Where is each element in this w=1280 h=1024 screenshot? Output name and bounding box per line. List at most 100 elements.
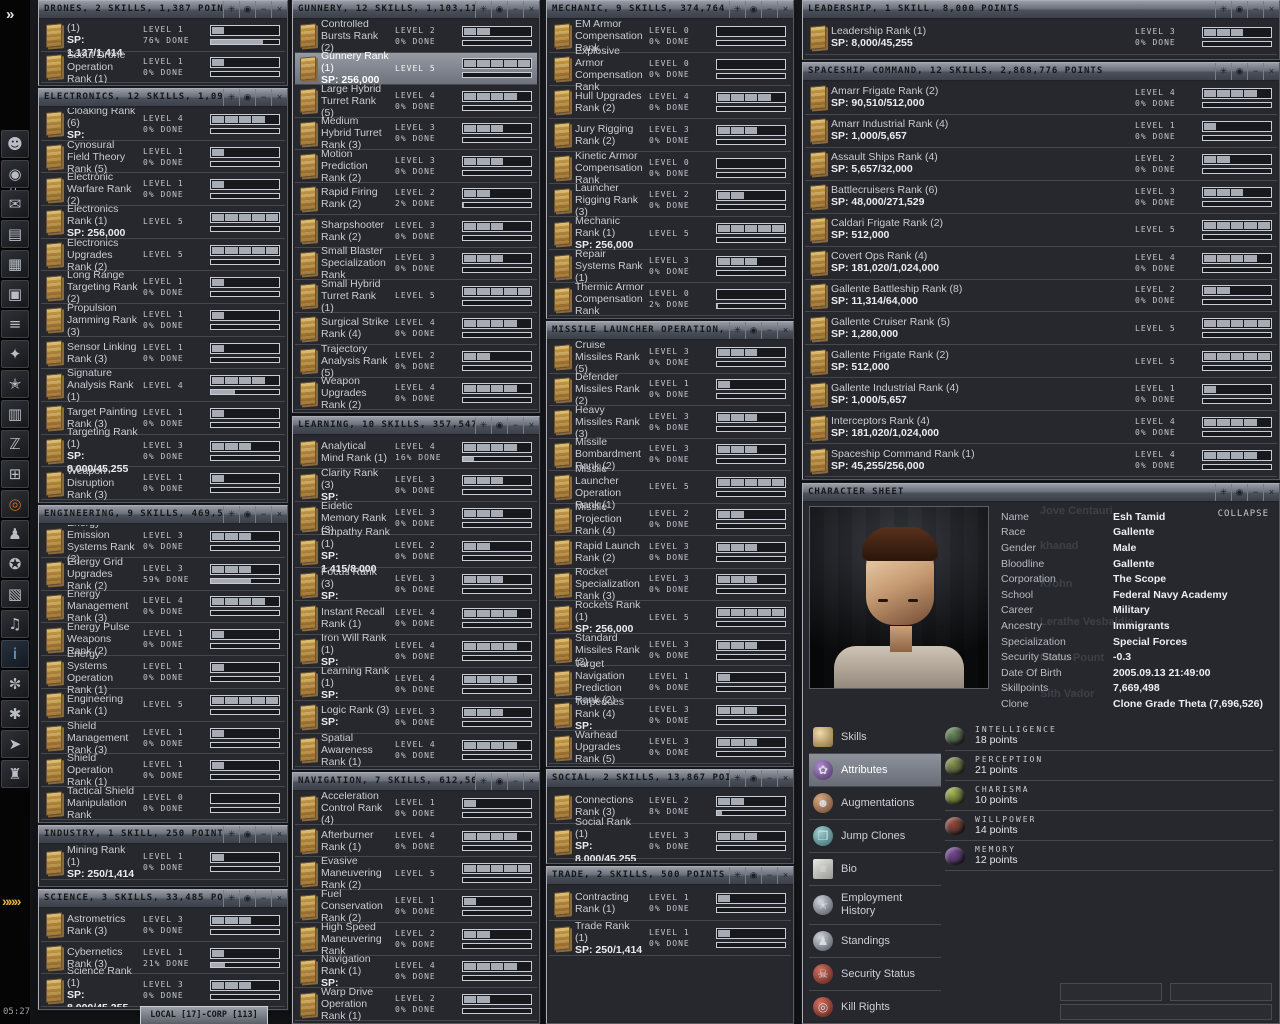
window-minimize-button[interactable]: − xyxy=(761,867,777,884)
window-settings-button[interactable]: ◉ xyxy=(1231,1,1247,18)
window-titlebar[interactable]: LEARNING, 10 SKILLS, 357,547 POINTS✳◉−× xyxy=(293,417,539,435)
tutorial-icon[interactable]: i xyxy=(1,640,29,668)
market-icon[interactable]: ◉ xyxy=(1,160,29,188)
window-pin-button[interactable]: ✳ xyxy=(223,1,239,18)
window-close-button[interactable]: × xyxy=(777,1,793,18)
skill-row[interactable]: Fuel Conservation Rank (2) LEVEL 1 0% DONE xyxy=(295,888,537,924)
skill-row[interactable]: Warp Drive Operation Rank (1) LEVEL 2 0% D… xyxy=(295,986,537,1021)
skill-row[interactable]: Targeting Rank (1) SP: 8,000/45,255 LEVEL … xyxy=(41,426,285,475)
skill-row[interactable]: High Speed Maneuvering Rank LEVEL 2 0% DON… xyxy=(295,921,537,957)
skill-row[interactable]: Controlled Bursts Rank (2) LEVEL 2 0% DONE xyxy=(295,20,537,54)
skill-row[interactable]: Shield Operation Rank (1) LEVEL 1 0% DONE xyxy=(41,752,285,788)
window-settings-button[interactable]: ◉ xyxy=(745,867,761,884)
tab-kill-rights[interactable]: ◎ Kill Rights xyxy=(809,991,941,1021)
window-minimize-button[interactable]: − xyxy=(255,826,271,843)
skill-row[interactable]: Amarr Frigate Rank (2) SP: 90,510/512,000… xyxy=(805,82,1277,115)
window-titlebar[interactable]: SCIENCE, 3 SKILLS, 33,485 POINTS✳◉−× xyxy=(39,890,287,908)
window-close-button[interactable]: × xyxy=(271,1,287,18)
window-settings-button[interactable]: ◉ xyxy=(1231,63,1247,80)
window-close-button[interactable]: × xyxy=(523,773,539,790)
skill-row[interactable]: Propulsion Jamming Rank (3) LEVEL 1 0% DON… xyxy=(41,302,285,338)
window-settings-button[interactable]: ◉ xyxy=(239,506,255,523)
window-titlebar[interactable]: TRADE, 2 SKILLS, 500 POINTS ✳ ◉ − × xyxy=(547,867,793,885)
skill-row[interactable]: Logic Rank (3) SP: LEVEL 3 0% DONE xyxy=(295,701,537,734)
window-pin-button[interactable]: ✳ xyxy=(475,417,491,434)
window-titlebar[interactable]: ELECTRONICS, 12 SKILLS, 1,099,125 POINTS… xyxy=(39,89,287,107)
window-settings-button[interactable]: ◉ xyxy=(239,89,255,106)
window-pin-button[interactable]: ✳ xyxy=(1215,1,1231,18)
skill-row[interactable]: Energy Management Rank (3) LEVEL 4 0% DONE xyxy=(41,588,285,624)
window-pin-button[interactable]: ✳ xyxy=(223,89,239,106)
ship-icon[interactable]: ➤ xyxy=(1,730,29,758)
window-settings-button[interactable]: ◉ xyxy=(239,826,255,843)
window-minimize-button[interactable]: − xyxy=(1247,484,1263,501)
window-settings-button[interactable]: ◉ xyxy=(491,1,507,18)
skill-row[interactable]: Rapid Launch Rank (2) LEVEL 3 0% DONE xyxy=(549,536,791,569)
skill-row[interactable]: Electronic Warfare Rank (2) LEVEL 1 0% DON… xyxy=(41,171,285,207)
skill-row[interactable]: Learning Rank (1) SP: LEVEL 4 0% DONE xyxy=(295,665,537,701)
skill-row[interactable]: Scout Drone Operation Rank (1) LEVEL 1 0% … xyxy=(41,49,285,83)
skill-row[interactable]: Large Hybrid Turret Rank (5) LEVEL 4 0% DO… xyxy=(295,83,537,119)
skill-row[interactable]: Navigation Rank (1) SP: LEVEL 4 0% DONE xyxy=(295,953,537,989)
window-titlebar[interactable]: INDUSTRY, 1 SKILL, 250 POINTS ✳ ◉ − × xyxy=(39,826,287,844)
tab-jump-clones[interactable]: ❐ Jump Clones xyxy=(809,820,941,853)
window-settings-button[interactable]: ◉ xyxy=(491,417,507,434)
medals-icon[interactable]: ✭ xyxy=(1,370,29,398)
skill-row[interactable]: Leadership Rank (1) SP: 8,000/45,255 LEVEL… xyxy=(805,20,1277,55)
skill-row[interactable]: Sharpshooter Rank (2) LEVEL 3 0% DONE xyxy=(295,215,537,248)
window-settings-button[interactable]: ◉ xyxy=(491,773,507,790)
window-close-button[interactable]: × xyxy=(271,890,287,907)
tab-skills[interactable]: Skills xyxy=(809,721,941,754)
calculator-icon[interactable]: ⊞ xyxy=(1,460,29,488)
window-pin-button[interactable]: ✳ xyxy=(1215,484,1231,501)
skill-row[interactable]: Thermic Armor Compensation Rank LEVEL 0 2%… xyxy=(549,281,791,316)
skill-row[interactable]: Evasive Maneuvering Rank (2) LEVEL 5 xyxy=(295,855,537,891)
skill-row[interactable]: Social Rank (1) SP: 8,000/45,255 LEVEL 3 0%… xyxy=(549,816,791,861)
skill-row[interactable]: Jury Rigging Rank (2) LEVEL 3 0% DONE xyxy=(549,119,791,152)
expand-neocom-icon[interactable]: » xyxy=(6,6,14,23)
window-settings-button[interactable]: ◉ xyxy=(239,1,255,18)
skill-row[interactable]: Explosive Armor Compensation Rank LEVEL 0… xyxy=(549,45,791,93)
window-pin-button[interactable]: ✳ xyxy=(729,867,745,884)
tab-standings[interactable]: ♟ Standings xyxy=(809,925,941,958)
skill-row[interactable]: Acceleration Control Rank (4) LEVEL 1 0% D… xyxy=(295,792,537,826)
skill-row[interactable]: Analytical Mind Rank (1) LEVEL 4 16% DONE xyxy=(295,436,537,470)
skill-row[interactable]: Torpedoes Rank (4) SP: LEVEL 3 0% DONE xyxy=(549,696,791,732)
skill-row[interactable]: Energy Grid Upgrades Rank (2) LEVEL 3 59% … xyxy=(41,556,285,592)
window-titlebar[interactable]: ENGINEERING, 9 SKILLS, 469,511 POINTS✳◉−… xyxy=(39,506,287,524)
window-minimize-button[interactable]: − xyxy=(255,506,271,523)
wallet-icon[interactable]: ℤ xyxy=(1,430,29,458)
skill-row[interactable]: Mechanic Rank (1) SP: 256,000 LEVEL 5 xyxy=(549,215,791,251)
skill-row[interactable]: Weapon Disruption Rank (3) LEVEL 1 0% DONE xyxy=(41,465,285,500)
mail-icon[interactable]: ✉ xyxy=(1,190,29,218)
character-sheet-icon[interactable]: ☻ xyxy=(1,130,29,158)
assets-icon[interactable]: ▦ xyxy=(1,250,29,278)
skill-row[interactable]: Clarity Rank (3) SP: LEVEL 3 0% DONE xyxy=(295,467,537,503)
window-settings-button[interactable]: ◉ xyxy=(239,890,255,907)
skill-row[interactable]: Trade Rank (1) SP: 250/1,414 LEVEL 1 0% DON… xyxy=(549,920,791,956)
window-minimize-button[interactable]: − xyxy=(507,773,523,790)
window-titlebar[interactable]: SOCIAL, 2 SKILLS, 13,867 POINTS✳◉−× xyxy=(547,770,793,788)
skill-row[interactable]: Battlecruisers Rank (6) SP: 48,000/271,52… xyxy=(805,181,1277,214)
industry-icon[interactable]: ♜ xyxy=(1,760,29,788)
skill-row[interactable]: Tactical Shield Manipulation Rank LEVEL 0… xyxy=(41,785,285,820)
window-settings-button[interactable]: ◉ xyxy=(745,322,761,339)
window-close-button[interactable]: × xyxy=(1263,484,1279,501)
window-close-button[interactable]: × xyxy=(777,770,793,787)
skill-row[interactable]: Small Blaster Specialization Rank LEVEL 3… xyxy=(295,245,537,281)
skill-row[interactable]: Gunnery Rank (1) SP: 256,000 LEVEL 5 xyxy=(295,50,537,86)
window-pin-button[interactable]: ✳ xyxy=(223,890,239,907)
skill-row[interactable]: Gallente Battleship Rank (8) SP: 11,314/6… xyxy=(805,280,1277,313)
tab-attributes[interactable]: ✿ Attributes xyxy=(809,754,941,787)
window-titlebar[interactable]: LEADERSHIP, 1 SKILL, 8,000 POINTS ✳ ◉ − × xyxy=(803,1,1279,19)
skill-row[interactable]: Energy Emission Systems Rank (2)LEVEL 30… xyxy=(41,525,285,565)
tab-augmentations[interactable]: ☻ Augmentations xyxy=(809,787,941,820)
help-icon[interactable]: ◎ xyxy=(1,490,29,518)
skill-row[interactable]: Long Range Targeting Rank (2) LEVEL 1 0% D… xyxy=(41,269,285,305)
window-settings-button[interactable]: ◉ xyxy=(1231,484,1247,501)
window-titlebar[interactable]: GUNNERY, 12 SKILLS, 1,103,111 POINTS✳◉−× xyxy=(293,1,539,19)
skill-row[interactable]: Engineering Rank (1) LEVEL 5 xyxy=(41,689,285,722)
fleet-icon[interactable]: ✼ xyxy=(1,670,29,698)
window-titlebar[interactable]: MECHANIC, 9 SKILLS, 374,764 POINTS✳◉−× xyxy=(547,1,793,19)
skill-row[interactable]: Energy Systems Operation Rank (1) LEVEL 1… xyxy=(41,648,285,696)
